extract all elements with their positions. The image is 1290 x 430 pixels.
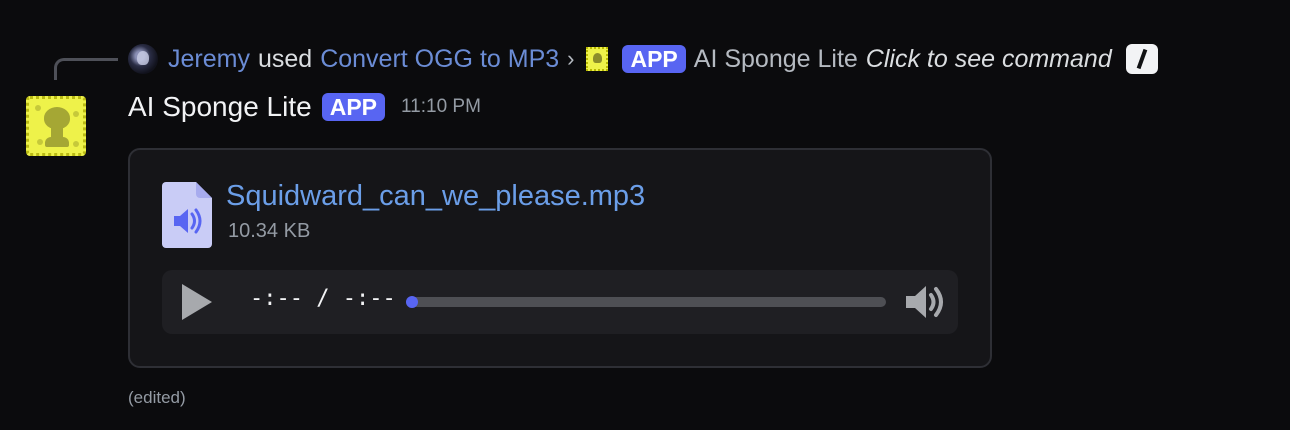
message-container: Jeremy used Convert OGG to MP3 › APP AI … — [0, 0, 1290, 430]
author-name[interactable]: AI Sponge Lite — [128, 91, 312, 123]
author-line: AI Sponge Lite APP 11:10 PM — [128, 88, 481, 126]
command-header[interactable]: Jeremy used Convert OGG to MP3 › APP AI … — [128, 40, 1158, 78]
author-app-badge: APP — [321, 93, 385, 121]
file-name-link[interactable]: Squidward_can_we_please.mp3 — [226, 180, 645, 213]
used-text: used — [257, 44, 313, 73]
volume-icon[interactable] — [904, 282, 948, 322]
edited-label: (edited) — [128, 388, 186, 407]
command-user-name[interactable]: Jeremy — [168, 45, 250, 74]
reply-spine — [54, 58, 118, 80]
audio-file-icon[interactable] — [162, 182, 212, 248]
bot-avatar[interactable] — [26, 96, 86, 156]
timestamp[interactable]: 11:10 PM — [401, 96, 481, 118]
progress-bar[interactable] — [406, 296, 886, 308]
audio-player: -:-- / -:-- — [162, 270, 958, 334]
play-icon[interactable] — [182, 284, 212, 320]
click-to-see-command[interactable]: Click to see command — [866, 45, 1112, 74]
audio-attachment: Squidward_can_we_please.mp3 10.34 KB -:-… — [128, 148, 992, 368]
chevron-right-icon: › — [567, 46, 575, 71]
user-avatar[interactable] — [128, 44, 158, 74]
file-size: 10.34 KB — [228, 220, 311, 242]
app-badge: APP — [622, 45, 686, 73]
bot-mini-avatar[interactable] — [586, 47, 609, 71]
command-name[interactable]: Convert OGG to MP3 — [320, 45, 559, 74]
progress-knob[interactable] — [406, 296, 418, 308]
time-display: -:-- / -:-- — [250, 286, 396, 311]
slash-command-icon — [1125, 44, 1158, 74]
command-bot-name[interactable]: AI Sponge Lite — [694, 45, 858, 74]
